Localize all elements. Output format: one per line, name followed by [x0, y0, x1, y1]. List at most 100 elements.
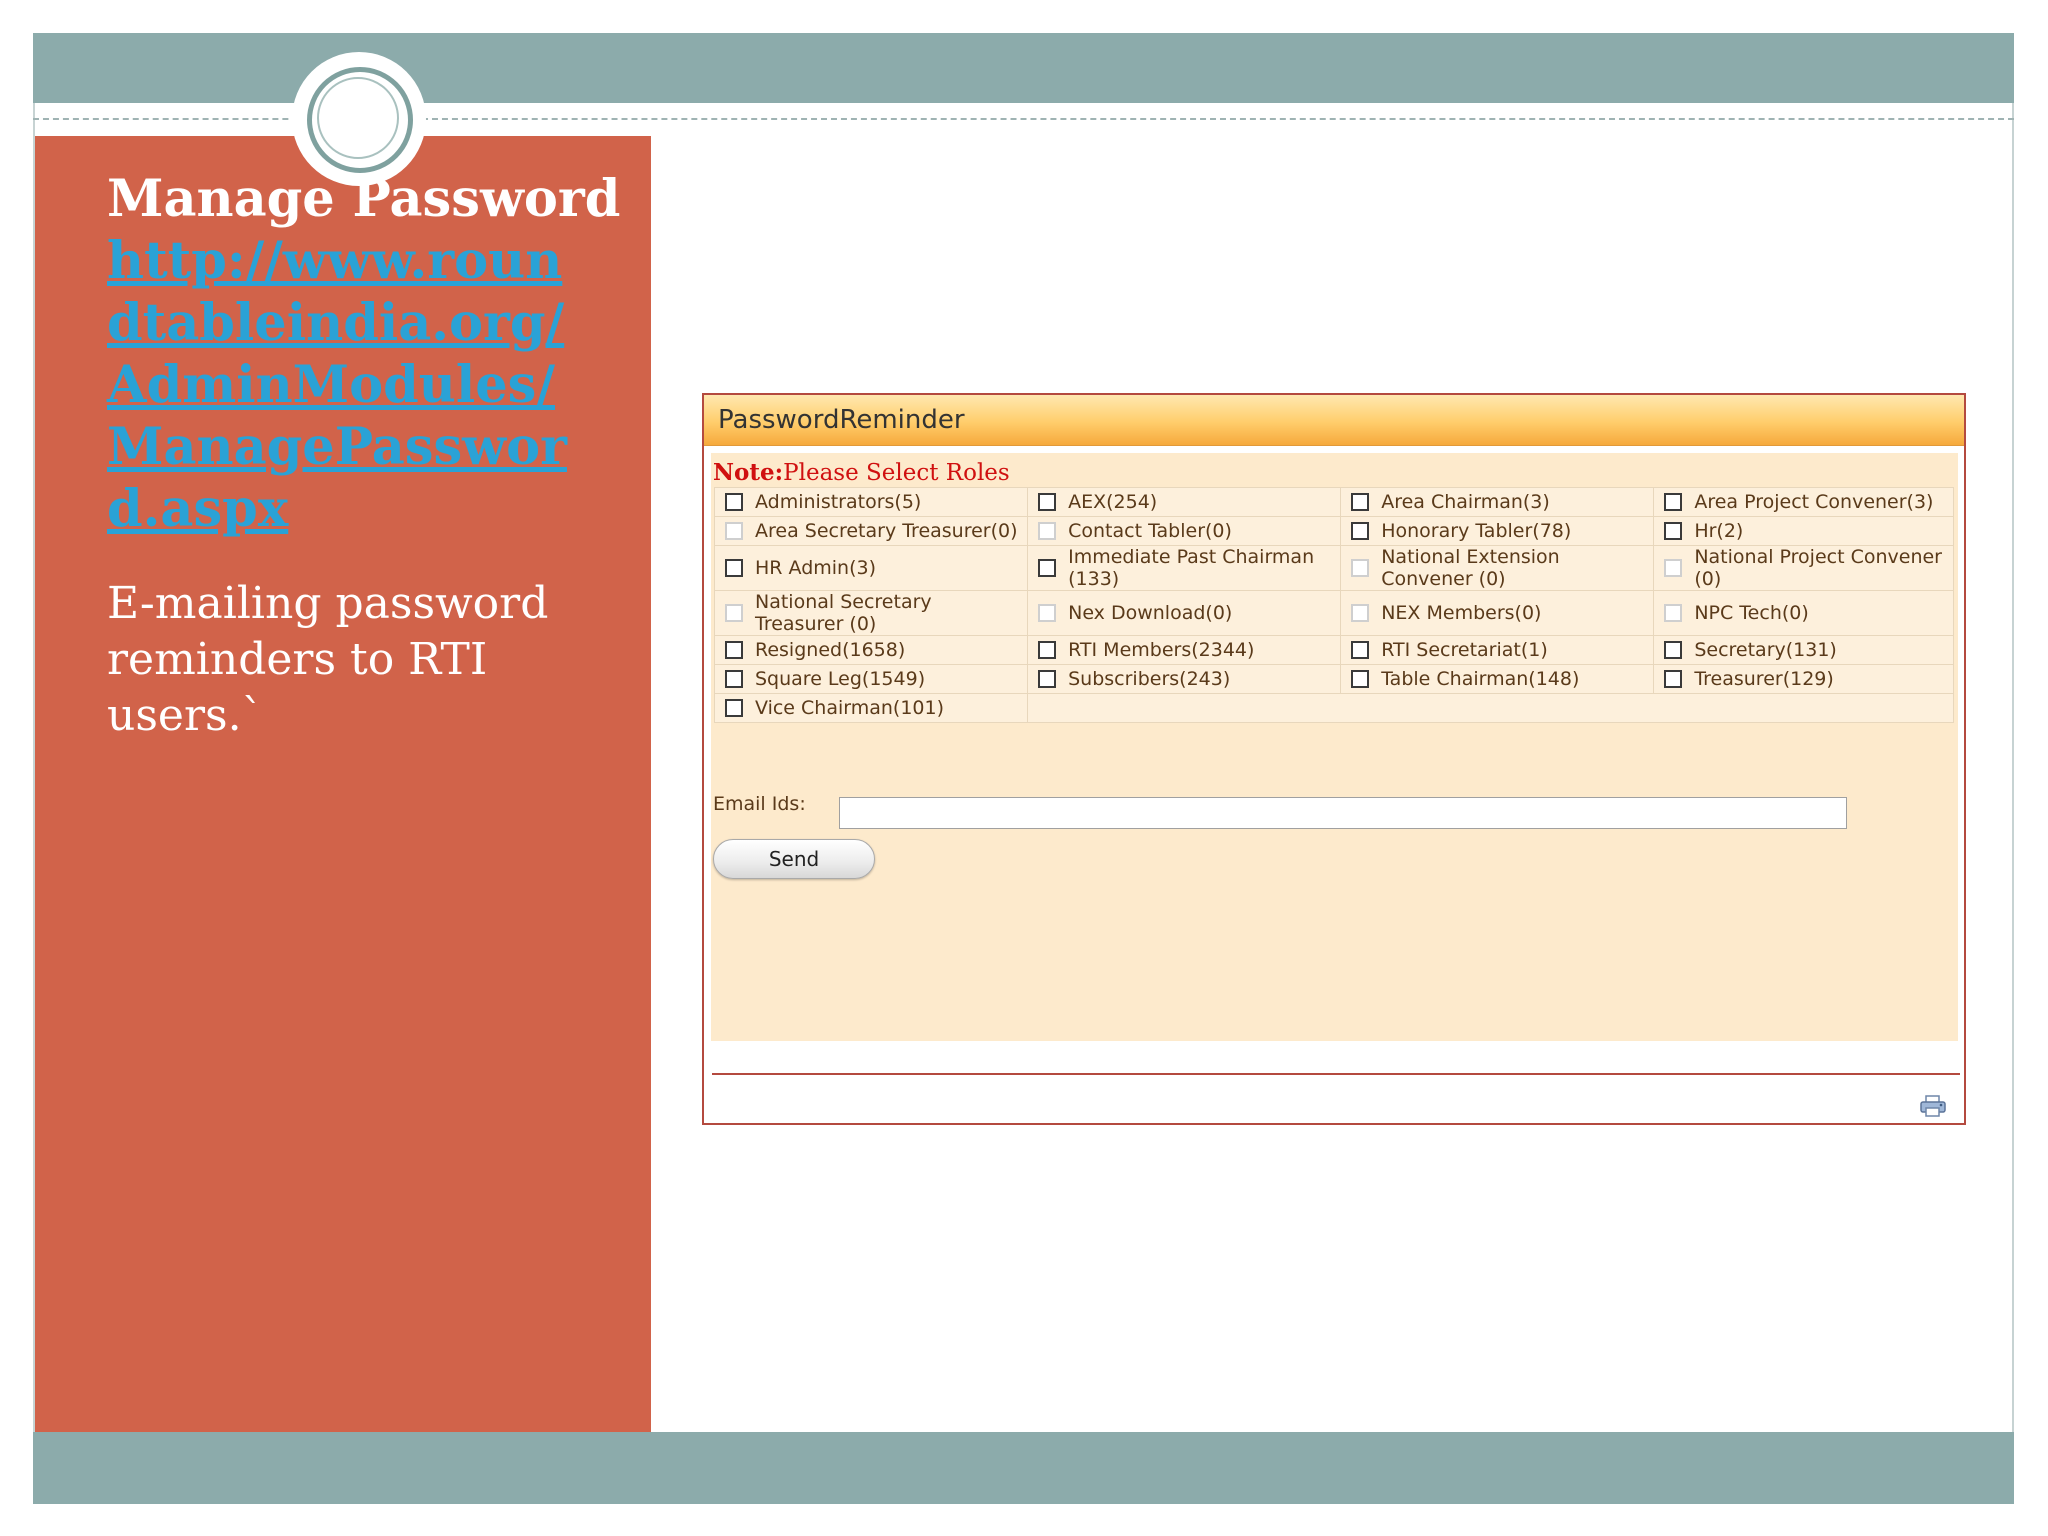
- role-label: Vice Chairman(101): [755, 697, 945, 719]
- role-label: National Extension Convener (0): [1381, 546, 1560, 590]
- role-option[interactable]: Area Project Convener(3): [1664, 491, 1949, 513]
- role-cell: National Project Convener (0): [1653, 545, 1954, 591]
- role-checkbox[interactable]: [1664, 522, 1683, 540]
- role-label: Subscribers(243): [1068, 668, 1231, 690]
- role-checkbox[interactable]: [1351, 493, 1370, 511]
- role-option[interactable]: Nex Download(0): [1038, 602, 1336, 624]
- role-checkbox[interactable]: [725, 559, 743, 577]
- role-cell: National Secretary Treasurer (0): [713, 590, 1029, 636]
- panel-body: Note:Please Select Roles Administrators(…: [711, 453, 1958, 1041]
- circle-ornament-icon: [292, 52, 426, 186]
- role-checkbox[interactable]: [1351, 559, 1370, 577]
- role-checkbox[interactable]: [1038, 522, 1057, 540]
- role-label: Secretary(131): [1694, 639, 1837, 661]
- role-option[interactable]: Administrators(5): [725, 491, 1023, 513]
- role-checkbox[interactable]: [725, 604, 743, 622]
- role-cell: Honorary Tabler(78): [1340, 516, 1655, 546]
- role-cell: Treasurer(129): [1653, 664, 1954, 694]
- role-option[interactable]: Hr(2): [1664, 520, 1949, 542]
- role-option[interactable]: NEX Members(0): [1351, 602, 1649, 624]
- slide-title-text: Manage Password: [107, 169, 621, 229]
- role-label: Square Leg(1549): [755, 668, 926, 690]
- role-cell: Contact Tabler(0): [1027, 516, 1342, 546]
- role-option[interactable]: National Project Convener (0): [1664, 546, 1949, 590]
- role-checkbox[interactable]: [1664, 670, 1683, 688]
- role-cell: HR Admin(3): [713, 545, 1029, 591]
- role-checkbox[interactable]: [1351, 604, 1370, 622]
- role-label: Resigned(1658): [755, 639, 906, 661]
- role-label: Immediate Past Chairman (133): [1068, 546, 1315, 590]
- role-cell: AEX(254): [1027, 487, 1342, 517]
- role-label: Area Secretary Treasurer(0): [755, 520, 1018, 542]
- role-checkbox[interactable]: [1664, 641, 1683, 659]
- role-label: Area Project Convener(3): [1694, 491, 1934, 513]
- printer-icon[interactable]: [1920, 1095, 1946, 1117]
- role-option[interactable]: Contact Tabler(0): [1038, 520, 1336, 542]
- send-button[interactable]: Send: [713, 839, 875, 879]
- role-label: RTI Secretariat(1): [1381, 639, 1548, 661]
- role-checkbox[interactable]: [1351, 522, 1370, 540]
- role-checkbox[interactable]: [1038, 641, 1057, 659]
- role-option[interactable]: RTI Members(2344): [1038, 639, 1336, 661]
- role-label: Nex Download(0): [1068, 602, 1233, 624]
- role-option[interactable]: Area Chairman(3): [1351, 491, 1649, 513]
- roles-note: Note:Please Select Roles: [713, 459, 1010, 486]
- role-option[interactable]: Immediate Past Chairman (133): [1038, 546, 1336, 590]
- role-option[interactable]: National Secretary Treasurer (0): [725, 591, 1023, 635]
- role-row: Area Secretary Treasurer(0) Contact Table…: [713, 516, 1954, 546]
- role-checkbox[interactable]: [725, 493, 743, 511]
- role-checkbox[interactable]: [1664, 559, 1683, 577]
- role-cell: Administrators(5): [713, 487, 1029, 517]
- role-option[interactable]: Resigned(1658): [725, 639, 1023, 661]
- role-cell: Area Chairman(3): [1340, 487, 1655, 517]
- role-option[interactable]: Square Leg(1549): [725, 668, 1023, 690]
- note-label: Note:: [713, 459, 784, 486]
- role-option[interactable]: Treasurer(129): [1664, 668, 1949, 690]
- role-label: AEX(254): [1068, 491, 1158, 513]
- role-cell: NEX Members(0): [1340, 590, 1655, 636]
- role-cell: Resigned(1658): [713, 635, 1029, 665]
- role-checkbox[interactable]: [1038, 670, 1057, 688]
- role-cell: Square Leg(1549): [713, 664, 1029, 694]
- role-option[interactable]: Area Secretary Treasurer(0): [725, 520, 1023, 542]
- role-option[interactable]: Subscribers(243): [1038, 668, 1336, 690]
- role-cell: Hr(2): [1653, 516, 1954, 546]
- role-label: National Secretary Treasurer (0): [755, 591, 932, 635]
- role-checkbox[interactable]: [1038, 559, 1057, 577]
- role-checkbox[interactable]: [1351, 670, 1370, 688]
- role-cell: RTI Secretariat(1): [1340, 635, 1655, 665]
- role-label: Honorary Tabler(78): [1381, 520, 1572, 542]
- role-checkbox[interactable]: [725, 699, 743, 717]
- email-ids-input[interactable]: [839, 797, 1847, 829]
- role-label: Contact Tabler(0): [1068, 520, 1232, 542]
- role-checkbox[interactable]: [725, 522, 743, 540]
- role-option[interactable]: HR Admin(3): [725, 557, 1023, 579]
- role-checkbox[interactable]: [1038, 604, 1057, 622]
- role-row: Vice Chairman(101): [713, 693, 1954, 723]
- email-label: Email Ids:: [713, 793, 806, 815]
- role-option[interactable]: AEX(254): [1038, 491, 1336, 513]
- role-cell: National Extension Convener (0): [1340, 545, 1655, 591]
- role-option[interactable]: Honorary Tabler(78): [1351, 520, 1649, 542]
- role-option[interactable]: Secretary(131): [1664, 639, 1949, 661]
- role-option[interactable]: RTI Secretariat(1): [1351, 639, 1649, 661]
- role-cell: Subscribers(243): [1027, 664, 1342, 694]
- role-option[interactable]: Table Chairman(148): [1351, 668, 1649, 690]
- role-option[interactable]: National Extension Convener (0): [1351, 546, 1649, 590]
- role-option[interactable]: Vice Chairman(101): [725, 697, 1023, 719]
- role-checkbox[interactable]: [725, 641, 743, 659]
- role-checkbox[interactable]: [1664, 604, 1683, 622]
- role-row: Square Leg(1549) Subscribers(243) Table Ch…: [713, 664, 1954, 694]
- role-option[interactable]: NPC Tech(0): [1664, 602, 1949, 624]
- role-checkbox[interactable]: [1351, 641, 1370, 659]
- role-label: Hr(2): [1694, 520, 1744, 542]
- role-label: Administrators(5): [755, 491, 922, 513]
- role-checkbox[interactable]: [1664, 493, 1683, 511]
- role-checkbox[interactable]: [725, 670, 743, 688]
- role-cell: Table Chairman(148): [1340, 664, 1655, 694]
- role-label: Area Chairman(3): [1381, 491, 1550, 513]
- role-checkbox[interactable]: [1038, 493, 1057, 511]
- role-label: HR Admin(3): [755, 557, 876, 579]
- slide-url-link[interactable]: http://www.roundtableindia.org/AdminModu…: [107, 230, 587, 540]
- role-label: NEX Members(0): [1381, 602, 1542, 624]
